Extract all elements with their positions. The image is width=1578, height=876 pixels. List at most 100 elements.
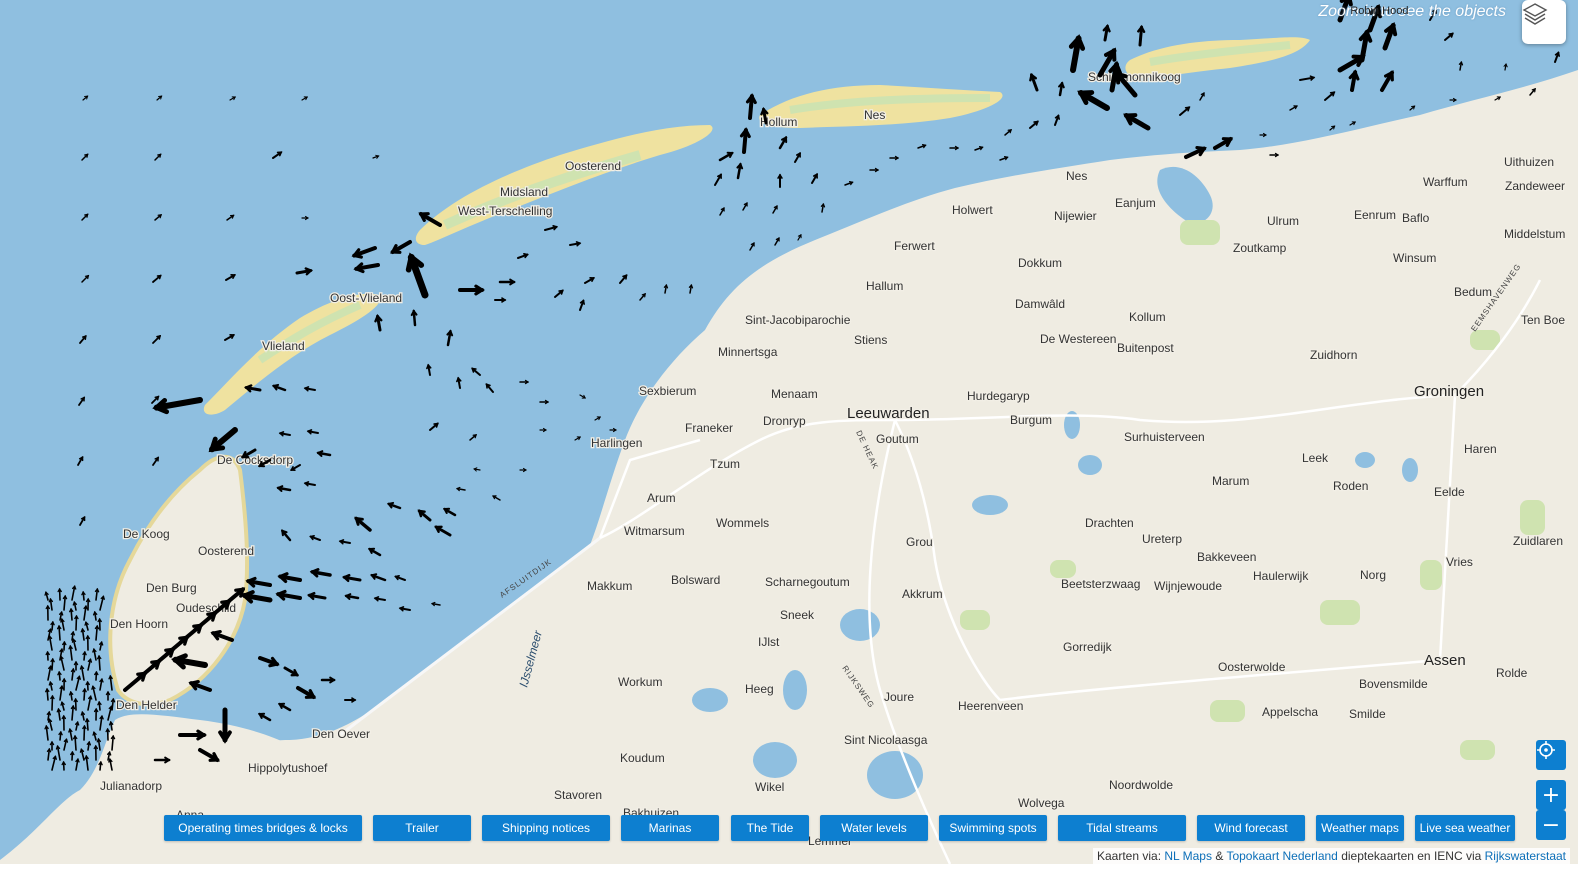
place-label: Heerenveen xyxy=(958,699,1023,713)
place-label: Winsum xyxy=(1393,251,1436,265)
attribution-middle: dieptekaarten en IENC via xyxy=(1341,849,1482,863)
place-label: Drachten xyxy=(1085,516,1134,530)
place-label: Leek xyxy=(1302,451,1329,465)
place-label: Dronryp xyxy=(763,414,806,428)
place-label: Minnertsga xyxy=(718,345,778,359)
place-label: Haren xyxy=(1464,442,1497,456)
place-label: Franeker xyxy=(685,421,733,435)
place-label: Dokkum xyxy=(1018,256,1062,270)
place-label: Oost-Vlieland xyxy=(330,291,402,305)
place-label: Norg xyxy=(1360,568,1386,582)
place-label: Wommels xyxy=(716,516,769,530)
shipping-notices-button[interactable]: Shipping notices xyxy=(482,815,610,841)
place-label: Hallum xyxy=(866,279,903,293)
place-label: Warffum xyxy=(1423,175,1468,189)
place-label: Harlingen xyxy=(591,436,642,450)
trailer-button[interactable]: Trailer xyxy=(373,815,471,841)
place-label: Goutum xyxy=(876,432,919,446)
place-label: Hippolytushoef xyxy=(248,761,328,775)
place-label: Oosterend xyxy=(565,159,621,173)
marinas-button[interactable]: Marinas xyxy=(621,815,719,841)
place-label: Workum xyxy=(618,675,662,689)
place-label: Bovensmilde xyxy=(1359,677,1428,691)
place-label: Oosterwolde xyxy=(1218,660,1286,674)
locate-button[interactable] xyxy=(1536,740,1566,770)
topokaart-link[interactable]: Topokaart Nederland xyxy=(1226,849,1337,863)
place-label: Joure xyxy=(884,690,914,704)
place-label: Sneek xyxy=(780,608,815,622)
place-label: Sint Nicolaasga xyxy=(844,733,928,747)
place-label: Heeg xyxy=(745,682,774,696)
place-label: Wijnjewoude xyxy=(1154,579,1222,593)
nl-maps-link[interactable]: NL Maps xyxy=(1164,849,1212,863)
place-label: Bedum xyxy=(1454,285,1492,299)
place-label: Den Helder xyxy=(116,698,177,712)
place-label: Ten Boe xyxy=(1521,313,1565,327)
place-label: Kollum xyxy=(1129,310,1166,324)
lake xyxy=(783,670,807,710)
map-svg: West-Terschelling Midsland Oosterend Hol… xyxy=(0,0,1578,864)
zoom-in-button[interactable]: + xyxy=(1536,780,1566,810)
zoom-hint-overlay: Robin Hood xyxy=(1350,5,1409,17)
place-label: Vlieland xyxy=(262,339,305,353)
place-label: Menaam xyxy=(771,387,818,401)
rijkswaterstaat-link[interactable]: Rijkswaterstaat xyxy=(1485,849,1566,863)
place-label: Grou xyxy=(906,535,933,549)
layers-icon xyxy=(1522,3,1548,25)
tidal-streams-button[interactable]: Tidal streams xyxy=(1058,815,1186,841)
place-label: Leeuwarden xyxy=(847,405,930,422)
lake xyxy=(1355,452,1375,468)
place-label: Witmarsum xyxy=(624,524,685,538)
wind-forecast-button[interactable]: Wind forecast xyxy=(1197,815,1305,841)
place-label: West-Terschelling xyxy=(458,204,552,218)
place-label: Stiens xyxy=(854,333,887,347)
lake xyxy=(753,742,797,778)
place-label: Middelstum xyxy=(1504,227,1565,241)
zoom-hint: Zoom in to see the objects Robin Hood xyxy=(1318,3,1506,20)
place-label: Haulerwijk xyxy=(1253,569,1309,583)
place-label: De Westereen xyxy=(1040,332,1116,346)
place-label: Groningen xyxy=(1414,383,1484,400)
place-label: Den Oever xyxy=(312,727,370,741)
layers-button[interactable] xyxy=(1522,0,1566,44)
live-sea-weather-button[interactable]: Live sea weather xyxy=(1415,815,1515,841)
place-label: Makkum xyxy=(587,579,632,593)
place-label: Marum xyxy=(1212,474,1249,488)
place-label: Vries xyxy=(1446,555,1473,569)
place-label: Bakkeveen xyxy=(1197,550,1256,564)
water-levels-button[interactable]: Water levels xyxy=(820,815,928,841)
place-label: Eanjum xyxy=(1115,196,1156,210)
place-label: Nijewier xyxy=(1054,209,1097,223)
place-label: Zandeweer xyxy=(1505,179,1565,193)
place-label: Roden xyxy=(1333,479,1368,493)
place-label: Nes xyxy=(864,108,885,122)
place-label: Julianadorp xyxy=(100,779,162,793)
place-label: Ulrum xyxy=(1267,214,1299,228)
place-label: Zuidhorn xyxy=(1310,348,1357,362)
attribution-prefix: Kaarten via: xyxy=(1097,849,1162,863)
tool-buttons-bar: Operating times bridges & locks Trailer … xyxy=(0,815,1578,841)
lake xyxy=(1402,458,1418,482)
lake xyxy=(867,751,923,799)
mainland-landmass xyxy=(90,70,1578,864)
place-label: Den Hoorn xyxy=(110,617,168,631)
terschelling-island xyxy=(415,125,713,245)
place-label: Nes xyxy=(1066,169,1087,183)
place-label: Baflo xyxy=(1402,211,1430,225)
operating-times-button[interactable]: Operating times bridges & locks xyxy=(164,815,362,841)
place-label: Ferwert xyxy=(894,239,935,253)
place-label: Damwâld xyxy=(1015,297,1065,311)
the-tide-button[interactable]: The Tide xyxy=(731,815,809,841)
swimming-spots-button[interactable]: Swimming spots xyxy=(939,815,1047,841)
place-label: Ureterp xyxy=(1142,532,1182,546)
place-label: IJlst xyxy=(758,635,780,649)
map-attribution: Kaarten via: NL Maps & Topokaart Nederla… xyxy=(1093,848,1570,864)
attribution-amp: & xyxy=(1215,849,1224,863)
place-label: Tzum xyxy=(710,457,740,471)
place-label: Koudum xyxy=(620,751,665,765)
place-label: Stavoren xyxy=(554,788,602,802)
map-canvas[interactable]: West-Terschelling Midsland Oosterend Hol… xyxy=(0,0,1578,864)
weather-maps-button[interactable]: Weather maps xyxy=(1316,815,1404,841)
place-label: De Koog xyxy=(123,527,170,541)
place-label: Buitenpost xyxy=(1117,341,1174,355)
